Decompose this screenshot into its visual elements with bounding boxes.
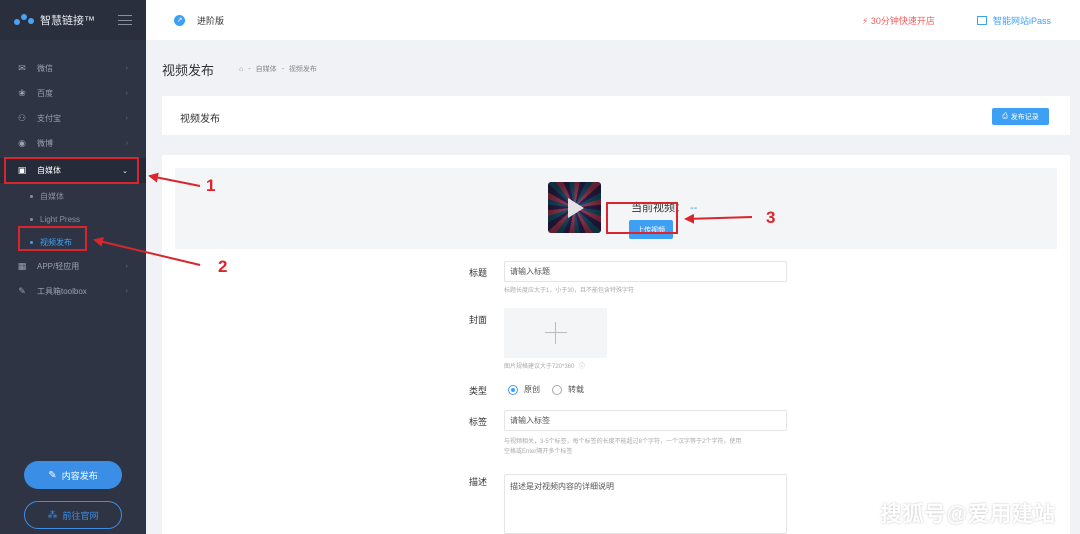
printer-icon: ⎙ — [1002, 112, 1008, 120]
ipass-label: 智能网站iPass — [993, 15, 1052, 26]
quick-store-link[interactable]: ⚡ 30分钟快速开店 — [862, 14, 935, 27]
breadcrumb-self-media[interactable]: 自媒体 — [256, 64, 277, 74]
logo-bar: 智慧链接™ — [0, 0, 146, 40]
plan-level[interactable]: ↗ 进阶版 — [174, 14, 224, 27]
breadcrumb-video-publish: 视频发布 — [288, 66, 317, 73]
annotation-box-upload — [606, 202, 678, 234]
current-video-value: -- — [690, 202, 698, 214]
tags-help: 与视频相关，3-5个标签，每个标签的长度不能超过8个字符，一个汉字等于2个字符，… — [504, 437, 741, 457]
type-option-label: 转载 — [568, 385, 584, 394]
sidebar-subitem-self-media[interactable]: 自媒体 — [0, 185, 146, 208]
play-icon — [568, 198, 584, 218]
bullet-icon — [30, 195, 33, 198]
card-header: 视频发布 ⎙ 发布记录 — [162, 96, 1070, 135]
topbar: ↗ 进阶版 ⚡ 30分钟快速开店 智能网站iPass — [146, 0, 1080, 40]
chevron-right-icon: › — [125, 65, 128, 72]
info-icon: ⓘ — [579, 364, 586, 370]
chevron-right-icon: › — [125, 115, 128, 122]
wechat-icon: ✉ — [18, 63, 26, 73]
content-publish-button[interactable]: ✎ 内容发布 — [24, 461, 122, 489]
cover-help: 图片规格建议大于720*360 ⓘ — [504, 362, 585, 372]
radio-checked-icon — [508, 384, 518, 395]
publish-records-label: 发布记录 — [1010, 113, 1039, 121]
sidebar-item-baidu[interactable]: ❀ 百度 › — [0, 81, 146, 106]
annotation-number-3: 3 — [766, 208, 776, 227]
app-title: 智慧链接™ — [40, 15, 95, 27]
plan-level-label: 进阶版 — [197, 15, 225, 26]
type-option-original[interactable]: 原创 — [508, 384, 540, 395]
card-title: 视频发布 — [180, 114, 220, 125]
content-publish-label: 内容发布 — [61, 470, 98, 481]
type-label: 类型 — [469, 386, 488, 396]
home-icon[interactable]: ⌂ — [239, 66, 243, 73]
sidebar-item-label: 微信 — [37, 64, 53, 73]
publish-records-button[interactable]: ⎙ 发布记录 — [992, 108, 1049, 125]
logo-icon — [14, 14, 34, 26]
rocket-icon: ↗ — [174, 14, 185, 26]
watermark: 搜狐号@爱用建站 — [880, 503, 1056, 526]
page-title: 视频发布 — [162, 63, 215, 78]
quick-store-label: 30分钟快速开店 — [870, 15, 935, 26]
sidebar-item-alipay[interactable]: ⚇ 支付宝 › — [0, 106, 146, 131]
sidebar-item-label: 微博 — [37, 139, 53, 148]
sidebar-item-wechat[interactable]: ✉ 微信 › — [0, 56, 146, 81]
logo-icon: ⁂ — [47, 509, 58, 521]
sidebar-item-label: 百度 — [37, 89, 53, 98]
tags-help-line: 与视频相关，3-5个标签，每个标签的长度不能超过8个字符，一个汉字等于2个字符，… — [504, 439, 742, 445]
cover-help-text: 图片规格建议大于720*360 — [504, 364, 575, 370]
tags-help-line: 空格或Enter隔开多个标签 — [504, 449, 573, 455]
sidebar-subitem-label: 自媒体 — [40, 192, 64, 201]
bullet-icon — [30, 218, 33, 221]
tags-label: 标签 — [469, 417, 488, 427]
breadcrumb: ⌂ - 自媒体 - 视频发布 — [239, 64, 317, 74]
annotation-number-2: 2 — [218, 257, 228, 276]
chevron-right-icon: › — [125, 288, 128, 295]
weibo-icon: ◉ — [18, 138, 26, 148]
alipay-icon: ⚇ — [17, 113, 27, 123]
chevron-right-icon: › — [125, 263, 128, 270]
sidebar-item-label: 支付宝 — [37, 114, 61, 123]
type-option-repost[interactable]: 转载 — [552, 384, 584, 395]
sidebar-item-app[interactable]: ▦ APP/轻应用 › — [0, 254, 146, 279]
baidu-paw-icon: ❀ — [18, 88, 26, 98]
sidebar: 智慧链接™ ✉ 微信 › ❀ 百度 › ⚇ 支付宝 › ◉ 微博 › ▣ 自媒体… — [0, 0, 146, 534]
tags-input[interactable]: 请输入标签 — [504, 410, 787, 431]
official-site-label: 前往官网 — [62, 510, 99, 521]
description-textarea[interactable]: 描述是对视频内容的详细说明 — [504, 474, 787, 534]
sidebar-item-label: 工具箱toolbox — [37, 287, 87, 296]
title-help: 标题长度应大于1，小于30，且不能包含特殊字符 — [504, 288, 635, 294]
chevron-right-icon: › — [125, 140, 128, 147]
breadcrumb-separator: - — [248, 65, 251, 73]
wrench-icon: ✎ — [18, 286, 26, 296]
chevron-right-icon: › — [125, 90, 128, 97]
title-input[interactable]: 请输入标题 — [504, 261, 787, 282]
annotation-box-self-media — [4, 157, 139, 184]
desc-label: 描述 — [469, 477, 488, 487]
sidebar-item-label: APP/轻应用 — [37, 262, 80, 271]
radio-unchecked-icon — [552, 384, 562, 395]
annotation-number-1: 1 — [206, 176, 216, 195]
title-label: 标题 — [469, 268, 488, 278]
type-option-label: 原创 — [524, 385, 540, 394]
breadcrumb-separator: - — [281, 65, 284, 73]
lightning-icon: ⚡ — [862, 15, 869, 26]
sidebar-item-toolbox[interactable]: ✎ 工具箱toolbox › — [0, 279, 146, 304]
cover-label: 封面 — [469, 315, 488, 325]
ipass-link[interactable]: 智能网站iPass — [977, 14, 1051, 27]
video-thumbnail — [548, 182, 601, 233]
sidebar-item-weibo[interactable]: ◉ 微博 › — [0, 131, 146, 156]
edit-icon: ✎ — [48, 469, 57, 481]
official-site-button[interactable]: ⁂ 前往官网 — [24, 501, 122, 529]
annotation-box-video-publish — [18, 226, 87, 251]
sidebar-subitem-label: Light Press — [40, 215, 81, 224]
image-icon — [977, 15, 987, 25]
cover-upload-box[interactable] — [504, 308, 607, 358]
menu-collapse-icon[interactable] — [118, 15, 132, 25]
grid-icon: ▦ — [17, 261, 27, 271]
